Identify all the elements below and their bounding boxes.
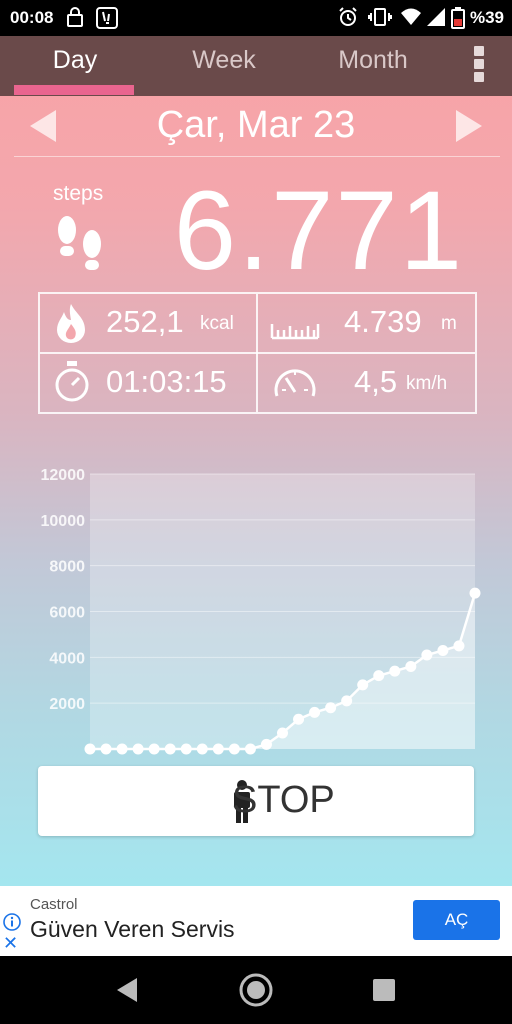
app-notification-icon <box>96 7 118 29</box>
ruler-icon <box>270 324 320 340</box>
distance-unit: m <box>441 313 457 334</box>
chart-data-point <box>405 661 417 672</box>
back-icon[interactable] <box>115 976 139 1004</box>
tab-day[interactable]: Day <box>0 46 150 75</box>
divider <box>14 156 500 157</box>
ad-open-button[interactable]: AÇ <box>413 900 500 940</box>
chart-data-point <box>357 679 369 691</box>
close-icon[interactable]: ✕ <box>3 934 18 952</box>
signal-icon <box>427 8 445 26</box>
stats-grid: 252,1 kcal 4.739 m 01:03:15 4,5 km/h <box>38 292 477 414</box>
chart-data-point <box>469 587 481 599</box>
date-label: Çar, Mar 23 <box>156 104 356 146</box>
chart-data-point <box>421 649 433 661</box>
chart-data-point <box>277 727 288 739</box>
chart-data-point <box>309 706 321 718</box>
chart-y-tick-label: 6000 <box>49 605 85 622</box>
chart-data-point <box>260 738 272 750</box>
steps-count: 6.771 <box>173 168 464 293</box>
chart-data-point <box>244 743 256 755</box>
chart-data-point <box>373 670 385 682</box>
chart-data-point <box>116 743 128 755</box>
stop-button[interactable]: STOP <box>38 766 474 836</box>
stop-button-label: STOP <box>232 779 335 821</box>
lock-icon <box>67 7 83 27</box>
battery-icon <box>451 7 465 29</box>
speedometer-icon <box>274 369 316 397</box>
ad-banner[interactable]: ✕ Castrol Güven Veren Servis AÇ <box>0 886 512 956</box>
chart-data-point <box>228 743 240 755</box>
alarm-icon <box>339 7 357 26</box>
chart-data-point <box>148 743 160 755</box>
duration-value: 01:03:15 <box>106 364 227 399</box>
ad-brand: Castrol <box>30 896 78 913</box>
distance-value: 4.739 <box>344 304 422 339</box>
status-time: 00:08 <box>10 8 54 27</box>
stopwatch-icon <box>55 361 89 402</box>
chart-data-point <box>325 702 337 714</box>
tab-bar: Day Week Month <box>0 36 512 96</box>
flame-icon <box>57 304 85 343</box>
footprints-icon <box>58 216 101 270</box>
grid-divider-horizontal <box>40 352 475 354</box>
steps-line-chart: 2000400060008000100001200024681012141618… <box>41 467 481 755</box>
chart-data-point <box>437 644 449 656</box>
system-nav-bar <box>0 956 512 1024</box>
home-icon[interactable] <box>238 972 274 1008</box>
ad-title[interactable]: Güven Veren Servis <box>30 916 235 943</box>
chart-y-tick-label: 8000 <box>49 559 85 576</box>
chart-data-point <box>196 743 208 755</box>
steps-label: steps <box>53 182 104 205</box>
status-bar: 00:08 %39 <box>0 0 512 36</box>
chart-y-tick-label: 2000 <box>49 696 85 713</box>
speed-unit: km/h <box>406 373 448 394</box>
chart-data-point <box>341 695 353 707</box>
wifi-icon <box>401 8 421 25</box>
chart-data-point <box>100 743 112 755</box>
next-day-arrow-icon[interactable] <box>456 110 482 142</box>
active-tab-indicator <box>14 85 134 95</box>
chart-data-point <box>293 713 305 725</box>
chart-y-tick-label: 12000 <box>41 467 86 484</box>
calories-value: 252,1 <box>106 304 184 339</box>
pedometer-app: Day Week Month Çar, Mar 23 steps 6.771 2… <box>0 36 512 886</box>
chart-y-tick-label: 4000 <box>49 650 85 667</box>
info-icon[interactable] <box>3 913 21 931</box>
chart-data-point <box>164 743 176 755</box>
tab-week[interactable]: Week <box>149 46 299 75</box>
chart-y-tick-label: 10000 <box>41 513 86 530</box>
chart-data-point <box>84 743 96 755</box>
chart-data-point <box>453 640 465 652</box>
overflow-menu-icon[interactable] <box>474 46 486 82</box>
calories-unit: kcal <box>200 313 234 334</box>
vibrate-icon <box>368 8 392 26</box>
chart-data-point <box>132 743 144 755</box>
tab-month[interactable]: Month <box>298 46 448 75</box>
chart-data-point <box>180 743 192 755</box>
recents-icon[interactable] <box>372 978 396 1002</box>
chart-data-point <box>212 743 224 755</box>
chart-data-point <box>389 665 401 677</box>
speed-value: 4,5 <box>354 364 398 399</box>
date-navigator: Çar, Mar 23 <box>0 96 512 156</box>
battery-percent: %39 <box>469 8 504 27</box>
